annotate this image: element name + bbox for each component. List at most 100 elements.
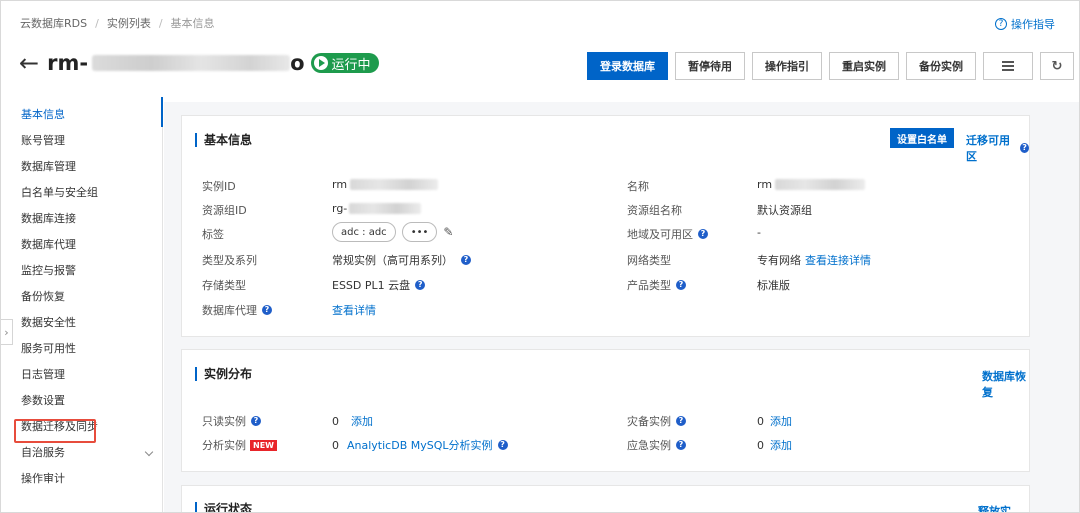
emergency-label: 应急实例?	[627, 437, 686, 453]
basic-info-title: 基本信息	[195, 131, 252, 148]
sidebar-item-proxy[interactable]: 数据库代理	[1, 232, 162, 258]
db-restore-link[interactable]: 数据库恢复	[982, 368, 1029, 400]
suspend-button[interactable]: 暂停待用	[675, 52, 745, 80]
sidebar-item-backup[interactable]: 备份恢复	[1, 284, 162, 310]
help-icon[interactable]: ?	[676, 440, 686, 450]
emergency-add-link[interactable]: 添加	[770, 437, 792, 453]
basic-info-card: 基本信息 设置白名单 迁移可用区? 实例ID rm 资源组ID rg- 标签 a…	[181, 115, 1030, 337]
tags-label: 标签	[202, 228, 224, 241]
region-label: 地域及可用区?	[627, 226, 708, 242]
distribution-title: 实例分布	[195, 365, 252, 382]
migrate-az-link[interactable]: 迁移可用区?	[966, 132, 1029, 164]
page-frame: 云数据库RDS / 实例列表 / 基本信息 ? 操作指导 ← rm- o 运行中…	[0, 0, 1080, 513]
sidebar-item-databases[interactable]: 数据库管理	[1, 154, 162, 180]
sidebar-item-availability[interactable]: 服务可用性	[1, 336, 162, 362]
sidebar-item-security[interactable]: 数据安全性	[1, 310, 162, 336]
type-label: 类型及系列	[202, 254, 257, 267]
question-icon: ?	[995, 18, 1007, 30]
help-link[interactable]: ? 操作指导	[995, 16, 1055, 32]
breadcrumb-current: 基本信息	[170, 17, 215, 30]
network-value: 专有网络 查看连接详情	[757, 252, 871, 268]
login-db-button[interactable]: 登录数据库	[587, 52, 668, 80]
help-icon[interactable]: ?	[676, 280, 686, 290]
help-icon[interactable]: ?	[251, 416, 261, 426]
region-value: -	[757, 226, 761, 239]
migrate-az-label: 迁移可用区	[966, 134, 1010, 163]
set-whitelist-button[interactable]: 设置白名单	[890, 128, 954, 148]
redacted-value	[349, 203, 422, 214]
name-value: rm	[757, 178, 866, 191]
more-tags-button[interactable]: •••	[401, 222, 438, 242]
title-bar	[195, 501, 197, 512]
distribution-title-text: 实例分布	[204, 367, 253, 381]
emergency-value: 0 添加	[757, 437, 792, 453]
breadcrumb-separator: /	[158, 16, 163, 30]
readonly-value: 0 添加	[332, 413, 373, 429]
main-content: 基本信息 设置白名单 迁移可用区? 实例ID rm 资源组ID rg- 标签 a…	[164, 102, 1079, 513]
rg-id-value: rg-	[332, 202, 422, 215]
help-icon[interactable]: ?	[497, 440, 508, 450]
breadcrumb-separator: /	[95, 16, 99, 30]
product-value: 标准版	[757, 279, 790, 292]
storage-value: ESSD PL1 云盘?	[332, 277, 426, 293]
redacted-value	[350, 179, 439, 190]
proxy-details-link[interactable]: 查看详情	[332, 302, 376, 318]
status-badge: 运行中	[310, 53, 379, 73]
sidebar-item-parameters[interactable]: 参数设置	[1, 388, 162, 414]
sidebar-item-whitelist[interactable]: 白名单与安全组	[1, 180, 162, 206]
run-status-title: 运行状态	[195, 500, 253, 513]
redacted-value	[775, 179, 866, 190]
release-instance-link[interactable]: 释放实例?	[978, 503, 1029, 512]
help-icon[interactable]: ?	[262, 305, 272, 315]
rg-id-label: 资源组ID	[202, 204, 247, 217]
back-arrow-icon[interactable]: ←	[19, 51, 39, 75]
readonly-label: 只读实例?	[202, 413, 261, 429]
readonly-add-link[interactable]: 添加	[351, 413, 373, 429]
status-text: 运行中	[331, 57, 371, 73]
menu-button[interactable]	[983, 52, 1033, 80]
name-label: 名称	[627, 180, 649, 193]
toolbar: 登录数据库 暂停待用 操作指引 重启实例 备份实例 ↻	[587, 52, 1074, 80]
title-bar	[195, 132, 197, 147]
type-value: 常规实例（高可用系列）?	[332, 252, 471, 268]
chevron-right-icon: ›	[4, 325, 9, 339]
help-icon[interactable]: ?	[698, 229, 708, 239]
backup-button[interactable]: 备份实例	[906, 52, 976, 80]
breadcrumb-rds[interactable]: 云数据库RDS	[20, 15, 87, 31]
title-row: ← rm- o 运行中	[19, 51, 379, 75]
analytic-link[interactable]: AnalyticDB MySQL分析实例	[347, 437, 493, 453]
title-bar	[195, 366, 197, 381]
help-icon[interactable]: ?	[676, 416, 686, 426]
restart-button[interactable]: 重启实例	[829, 52, 899, 80]
refresh-button[interactable]: ↻	[1040, 52, 1074, 80]
sidebar-item-logs[interactable]: 日志管理	[1, 362, 162, 388]
breadcrumb-instance-list[interactable]: 实例列表	[107, 15, 151, 31]
sidebar-item-audit[interactable]: 操作审计	[1, 466, 162, 492]
sidebar-item-accounts[interactable]: 账号管理	[1, 128, 162, 154]
refresh-icon: ↻	[1051, 58, 1063, 74]
proxy-label: 数据库代理?	[202, 302, 272, 318]
standby-label: 灾备实例?	[627, 413, 686, 429]
play-icon	[313, 56, 328, 70]
guide-button[interactable]: 操作指引	[752, 52, 822, 80]
sidebar-item-autonomy[interactable]: 自治服务	[1, 440, 162, 466]
menu-icon	[1002, 61, 1014, 71]
help-icon[interactable]: ?	[461, 255, 471, 265]
sidebar-item-monitor[interactable]: 监控与报警	[1, 258, 162, 284]
standby-add-link[interactable]: 添加	[770, 413, 792, 429]
help-icon[interactable]: ?	[415, 280, 426, 290]
run-status-title-text: 运行状态	[204, 502, 253, 513]
basic-info-title-text: 基本信息	[204, 133, 253, 147]
chevron-down-icon	[144, 447, 154, 457]
product-label: 产品类型?	[627, 277, 686, 293]
tag-chip[interactable]: adc : adc	[332, 222, 396, 242]
sidebar-item-basic-info[interactable]: 基本信息	[1, 97, 163, 128]
sidebar-item-connection[interactable]: 数据库连接	[1, 206, 162, 232]
sidebar-item-autonomy-label: 自治服务	[21, 446, 65, 459]
help-label: 操作指导	[1011, 18, 1055, 31]
connection-details-link[interactable]: 查看连接详情	[805, 252, 871, 268]
tags-value: adc : adc ••• ✎	[332, 222, 453, 242]
edit-pencil-icon[interactable]: ✎	[443, 225, 453, 239]
expand-sidebar-toggle[interactable]: ›	[1, 319, 13, 345]
rg-name-label: 资源组名称	[627, 204, 682, 217]
